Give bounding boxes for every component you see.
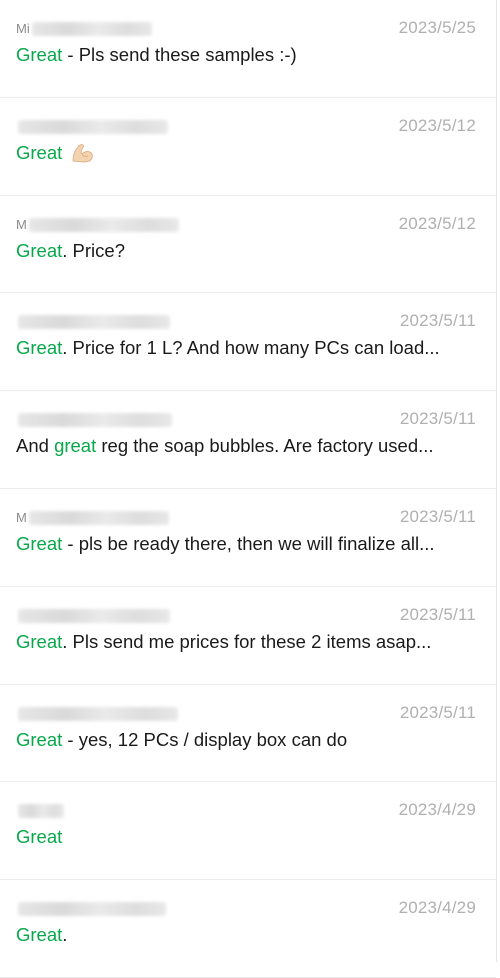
snippet-rest: - yes, 12 PCs / display box can do [62, 728, 348, 750]
snippet-prefix: And [16, 435, 55, 457]
search-results-list: Mi 2023/5/25 Great - Pls send these samp… [0, 0, 497, 978]
sender-name [16, 412, 172, 428]
sender-name-redacted [18, 804, 64, 819]
message-date: 2023/5/11 [399, 604, 476, 624]
sender-name [16, 608, 170, 624]
result-item[interactable]: M 2023/5/11 Great - pls be ready there, … [0, 489, 496, 587]
search-highlight: Great [16, 141, 63, 163]
message-snippet: Great. Pls send me prices for these 2 it… [16, 630, 470, 654]
sender-name-redacted [18, 706, 178, 721]
sender-initial: M [16, 509, 27, 525]
sender-initial: Mi [16, 21, 30, 36]
snippet-rest: . Price for 1 L? And how many PCs can lo… [62, 337, 440, 359]
message-snippet: Great - Pls send these samples :-) [16, 43, 470, 67]
message-snippet: And great reg the soap bubbles. Are fact… [16, 434, 470, 458]
message-snippet: Great [16, 141, 470, 165]
message-snippet: Great [16, 825, 470, 849]
search-highlight: Great [16, 532, 63, 554]
message-date: 2023/5/11 [399, 702, 476, 722]
search-highlight: Great [16, 630, 63, 652]
search-highlight: Great [16, 44, 63, 65]
message-snippet: Great - pls be ready there, then we will… [16, 532, 470, 556]
search-highlight: Great [16, 728, 63, 750]
sender-name-redacted [18, 902, 166, 917]
message-snippet: Great - yes, 12 PCs / display box can do [16, 728, 470, 752]
snippet-rest: - pls be ready there, then we will final… [62, 532, 435, 554]
search-highlight: Great [16, 337, 63, 359]
flexed-biceps-icon [72, 144, 94, 163]
message-date: 2023/5/11 [399, 311, 476, 331]
message-date: 2023/5/12 [398, 115, 476, 135]
sender-name: M [16, 510, 169, 526]
snippet-rest: . [62, 924, 68, 946]
message-date: 2023/5/12 [398, 213, 476, 233]
sender-name [16, 803, 64, 819]
sender-name [16, 314, 170, 330]
sender-name [16, 901, 166, 917]
message-date: 2023/4/29 [398, 898, 476, 918]
sender-name [16, 119, 168, 135]
sender-name-redacted [28, 510, 169, 525]
search-highlight: great [54, 435, 97, 457]
sender-name-redacted [18, 315, 170, 330]
sender-initial: M [16, 216, 27, 232]
message-date: 2023/4/29 [398, 800, 476, 820]
snippet-rest: . Price? [62, 239, 125, 261]
result-item[interactable]: Mi 2023/5/25 Great - Pls send these samp… [0, 0, 496, 98]
sender-name: Mi [16, 21, 152, 37]
result-item[interactable]: 2023/4/29 Great. [0, 880, 496, 978]
message-date: 2023/5/11 [399, 409, 476, 429]
sender-name-redacted [31, 22, 152, 36]
result-item[interactable]: M 2023/5/12 Great. Price? [0, 196, 496, 294]
result-item[interactable]: 2023/5/11 And great reg the soap bubbles… [0, 391, 496, 489]
snippet-rest: . Pls send me prices for these 2 items a… [62, 630, 432, 652]
sender-name [16, 706, 178, 722]
result-item[interactable]: 2023/5/12 Great [0, 98, 496, 196]
search-highlight: Great [16, 924, 63, 946]
sender-name-redacted [18, 608, 170, 623]
sender-name-redacted [18, 119, 168, 134]
message-snippet: Great. [16, 923, 470, 947]
result-item[interactable]: 2023/5/11 Great - yes, 12 PCs / display … [0, 685, 496, 783]
sender-name-redacted [18, 413, 172, 428]
message-date: 2023/5/25 [398, 18, 476, 37]
sender-name-redacted [28, 217, 179, 232]
search-highlight: Great [16, 826, 63, 848]
snippet-rest: reg the soap bubbles. Are factory used..… [96, 435, 434, 457]
message-snippet: Great. Price? [16, 239, 470, 263]
sender-name: M [16, 217, 179, 233]
result-item[interactable]: 2023/5/11 Great. Pls send me prices for … [0, 587, 496, 685]
result-item[interactable]: 2023/4/29 Great [0, 782, 496, 881]
message-snippet: Great. Price for 1 L? And how many PCs c… [16, 336, 470, 360]
result-item[interactable]: 2023/5/11 Great. Price for 1 L? And how … [0, 293, 496, 392]
message-date: 2023/5/11 [399, 506, 476, 526]
search-highlight: Great [16, 239, 63, 261]
snippet-rest: - Pls send these samples :-) [62, 44, 297, 65]
